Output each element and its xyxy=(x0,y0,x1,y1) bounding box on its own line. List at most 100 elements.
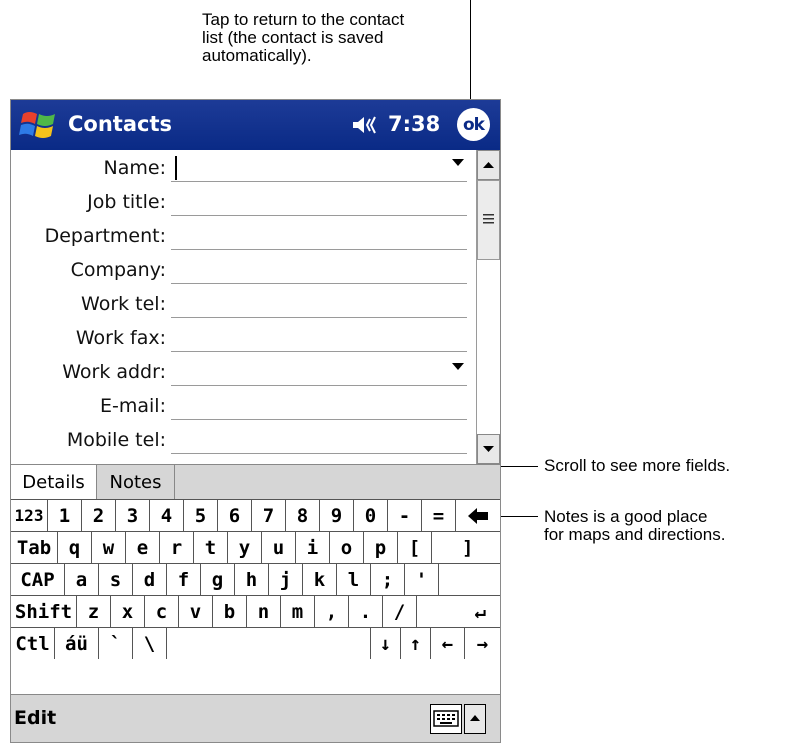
tab-details[interactable]: Details xyxy=(11,465,97,500)
job-title-field[interactable] xyxy=(171,215,467,216)
key[interactable]: Shift xyxy=(11,596,77,627)
key[interactable]: 3 xyxy=(116,500,150,531)
text-caret xyxy=(175,156,177,180)
triangle-down-icon xyxy=(483,446,494,452)
key[interactable]: v xyxy=(179,596,213,627)
key[interactable]: 1 xyxy=(48,500,82,531)
keyboard-row: CAP a s d f g h j k l ; ' xyxy=(11,564,500,596)
work-fax-field[interactable] xyxy=(171,351,467,352)
clock[interactable]: 7:38 xyxy=(388,112,440,136)
speaker-icon[interactable] xyxy=(351,114,381,136)
key[interactable]: h xyxy=(235,564,269,595)
enter-key[interactable]: ↵ xyxy=(417,596,500,627)
key[interactable]: o xyxy=(330,532,364,563)
key[interactable]: r xyxy=(160,532,194,563)
key[interactable]: i xyxy=(296,532,330,563)
key[interactable]: 123 xyxy=(11,500,48,531)
key[interactable]: e xyxy=(126,532,160,563)
field-row: Work fax: xyxy=(11,320,476,355)
key[interactable]: 0 xyxy=(354,500,388,531)
windows-flag-icon[interactable] xyxy=(19,108,59,142)
backspace-key[interactable] xyxy=(456,500,500,531)
key[interactable]: c xyxy=(145,596,179,627)
key[interactable]: s xyxy=(99,564,133,595)
key[interactable]: l xyxy=(337,564,371,595)
key[interactable]: → xyxy=(465,628,500,659)
field-row: Work tel: xyxy=(11,286,476,321)
key[interactable]: z xyxy=(77,596,111,627)
key[interactable]: 5 xyxy=(184,500,218,531)
callout-notes-note: Notes is a good place for maps and direc… xyxy=(544,507,726,544)
key[interactable]: w xyxy=(92,532,126,563)
field-row: Mobile tel: xyxy=(11,422,476,457)
mobile-tel-field[interactable] xyxy=(171,453,467,454)
field-row: Name: xyxy=(11,150,476,185)
chevron-up-icon[interactable] xyxy=(464,704,486,734)
email-field[interactable] xyxy=(171,419,467,420)
key[interactable]: p xyxy=(364,532,398,563)
key[interactable]: g xyxy=(201,564,235,595)
key[interactable]: / xyxy=(383,596,417,627)
key[interactable]: . xyxy=(349,596,383,627)
ok-button[interactable]: ok xyxy=(457,108,490,141)
key[interactable]: x xyxy=(111,596,145,627)
field-label: E-mail: xyxy=(100,395,166,417)
keyboard-icon[interactable] xyxy=(430,704,462,734)
key[interactable]: ↓ xyxy=(371,628,401,659)
key[interactable]: t xyxy=(194,532,228,563)
key[interactable]: - xyxy=(388,500,422,531)
key[interactable]: d xyxy=(133,564,167,595)
field-label: Job title: xyxy=(87,191,166,213)
key[interactable]: ← xyxy=(431,628,465,659)
key[interactable]: 8 xyxy=(286,500,320,531)
key[interactable]: 7 xyxy=(252,500,286,531)
work-addr-field[interactable] xyxy=(171,385,467,386)
key[interactable]: 2 xyxy=(82,500,116,531)
dropdown-arrow-icon[interactable] xyxy=(452,159,464,166)
key[interactable]: 4 xyxy=(150,500,184,531)
key[interactable]: ` xyxy=(99,628,133,659)
edit-menu[interactable]: Edit xyxy=(14,707,56,729)
key[interactable]: f xyxy=(167,564,201,595)
field-row: Job title: xyxy=(11,184,476,219)
key[interactable]: j xyxy=(269,564,303,595)
key[interactable]: áü xyxy=(55,628,99,659)
department-field[interactable] xyxy=(171,249,467,250)
key[interactable]: m xyxy=(281,596,315,627)
dropdown-arrow-icon[interactable] xyxy=(452,363,464,370)
key[interactable]: ' xyxy=(405,564,439,595)
app-title: Contacts xyxy=(68,112,172,136)
tab-notes[interactable]: Notes xyxy=(97,465,175,500)
company-field[interactable] xyxy=(171,283,467,284)
key[interactable]: [ xyxy=(398,532,432,563)
key[interactable]: ] xyxy=(432,532,500,563)
field-label: Name: xyxy=(103,157,166,179)
key[interactable]: , xyxy=(315,596,349,627)
key[interactable]: n xyxy=(247,596,281,627)
triangle-up-icon xyxy=(483,162,494,168)
name-field[interactable] xyxy=(171,181,467,182)
key[interactable]: b xyxy=(213,596,247,627)
key[interactable]: y xyxy=(228,532,262,563)
key[interactable]: a xyxy=(65,564,99,595)
key[interactable]: = xyxy=(422,500,456,531)
key[interactable]: k xyxy=(303,564,337,595)
key[interactable]: Tab xyxy=(11,532,58,563)
key[interactable]: ↑ xyxy=(401,628,431,659)
key[interactable]: q xyxy=(58,532,92,563)
key[interactable]: 6 xyxy=(218,500,252,531)
work-tel-field[interactable] xyxy=(171,317,467,318)
keyboard-row: 123 1 2 3 4 5 6 7 8 9 0 - = xyxy=(11,500,500,532)
space-key[interactable] xyxy=(167,628,371,659)
scrollbar[interactable] xyxy=(476,150,500,464)
scroll-up-button[interactable] xyxy=(477,150,500,180)
scroll-down-button[interactable] xyxy=(477,434,500,464)
key[interactable]: Ctl xyxy=(11,628,55,659)
field-label: Mobile tel: xyxy=(66,429,166,451)
scroll-thumb[interactable] xyxy=(477,180,500,260)
key[interactable]: ; xyxy=(371,564,405,595)
key[interactable]: u xyxy=(262,532,296,563)
key[interactable]: \ xyxy=(133,628,167,659)
key[interactable]: CAP xyxy=(11,564,65,595)
key[interactable]: 9 xyxy=(320,500,354,531)
